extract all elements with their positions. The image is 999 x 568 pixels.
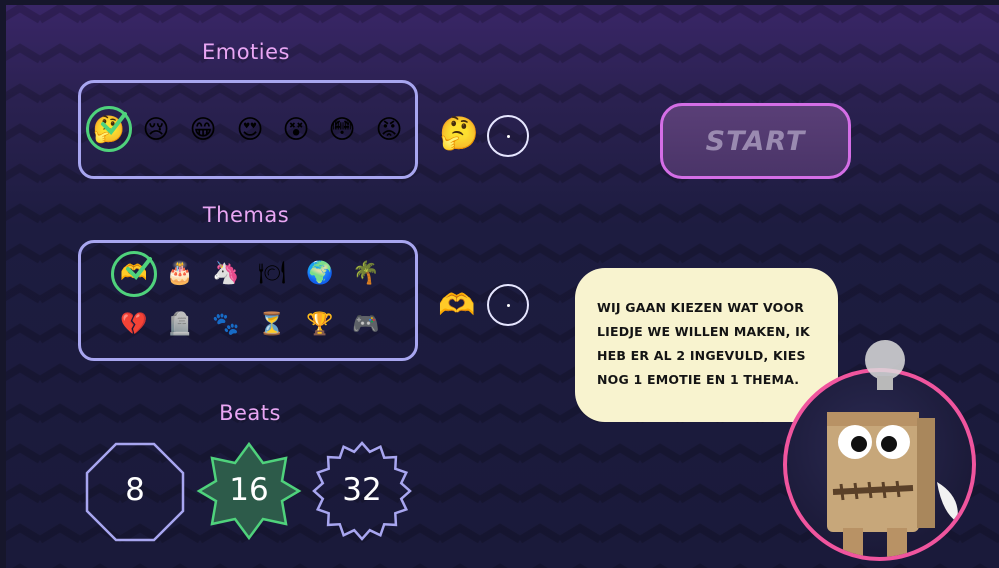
beat-32-label: 32 — [342, 472, 382, 508]
unicorn-icon[interactable]: 🦄 — [209, 257, 243, 291]
beat-8-button[interactable]: 8 — [85, 472, 185, 508]
start-button[interactable]: START — [660, 103, 851, 179]
emotion-random-button[interactable] — [487, 115, 529, 157]
palm-tree-icon[interactable]: 🌴 — [349, 257, 383, 291]
flushed-face-icon[interactable]: 😳 — [325, 113, 359, 147]
gravestone-icon[interactable]: 🪦 — [163, 308, 197, 342]
checkmark-icon — [101, 112, 127, 136]
birthday-cake-icon[interactable]: 🎂 — [163, 257, 197, 291]
game-controller-icon[interactable]: 🎮 — [349, 308, 383, 342]
chosen-emotion-icon: 🤔 — [439, 114, 479, 152]
angry-face-icon[interactable]: 😡 — [372, 113, 406, 147]
beats-title: Beats — [219, 401, 281, 425]
dizzy-face-icon[interactable]: 😵 — [279, 113, 313, 147]
broken-heart-icon[interactable]: 💔 — [117, 308, 151, 342]
speech-text: WIJ GAAN KIEZEN WAT VOOR LIEDJE WE WILLE… — [597, 300, 810, 387]
plate-cutlery-icon[interactable]: 🍽 — [255, 257, 289, 291]
theme-random-button[interactable] — [487, 284, 529, 326]
speech-bubble: WIJ GAAN KIEZEN WAT VOOR LIEDJE WE WILLE… — [575, 268, 838, 422]
lightbulb-icon — [865, 340, 905, 390]
emoties-title: Emoties — [201, 40, 290, 64]
beat-16-button[interactable]: 16 — [199, 472, 299, 508]
chosen-theme-icon: 🫶 — [438, 288, 476, 323]
cardboard-robot-icon — [827, 412, 958, 557]
heart-eyes-face-icon[interactable]: 😍 — [233, 113, 267, 147]
beat-8-label: 8 — [125, 472, 145, 508]
globe-icon[interactable]: 🌍 — [303, 257, 337, 291]
themas-title: Themas — [202, 203, 290, 227]
hourglass-icon[interactable]: ⏳ — [255, 308, 289, 342]
paw-prints-icon[interactable]: 🐾 — [209, 308, 243, 342]
mascot-avatar — [783, 368, 976, 561]
beat-32-button[interactable]: 32 — [312, 472, 412, 508]
beat-16-label: 16 — [229, 472, 269, 508]
trophy-icon[interactable]: 🏆 — [303, 308, 337, 342]
grinning-face-icon[interactable]: 😁 — [186, 113, 220, 147]
sad-tear-face-icon[interactable]: 😢 — [139, 113, 173, 147]
checkmark-icon — [126, 257, 152, 281]
